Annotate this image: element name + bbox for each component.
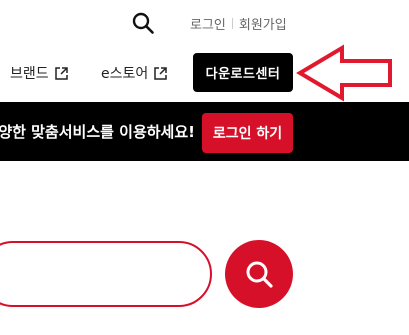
banner-login-button[interactable]: 로그인 하기 (202, 113, 293, 153)
login-link[interactable]: 로그인 (190, 14, 226, 33)
download-center-button[interactable]: 다운로드센터 (193, 53, 293, 92)
search-icon[interactable] (131, 11, 155, 35)
divider (231, 17, 233, 29)
banner-text: 양한 맞춤서비스를 이용하세요! (0, 123, 195, 141)
nav-item-label: 브랜드 (10, 66, 49, 82)
nav-item-estore[interactable]: e스토어 (101, 63, 168, 83)
annotation-arrow-icon (296, 44, 396, 102)
external-link-icon (54, 66, 69, 81)
nav-item-brand[interactable]: 브랜드 (10, 63, 69, 83)
search-icon (246, 261, 273, 288)
nav-item-label: e스토어 (101, 66, 149, 82)
signup-link[interactable]: 회원가입 (239, 14, 287, 33)
promo-banner: 양한 맞춤서비스를 이용하세요! 로그인 하기 (0, 102, 409, 161)
search-button[interactable] (225, 240, 293, 308)
external-link-icon (153, 66, 168, 81)
search-input[interactable] (0, 241, 212, 307)
auth-links: 로그인 회원가입 (190, 14, 287, 33)
